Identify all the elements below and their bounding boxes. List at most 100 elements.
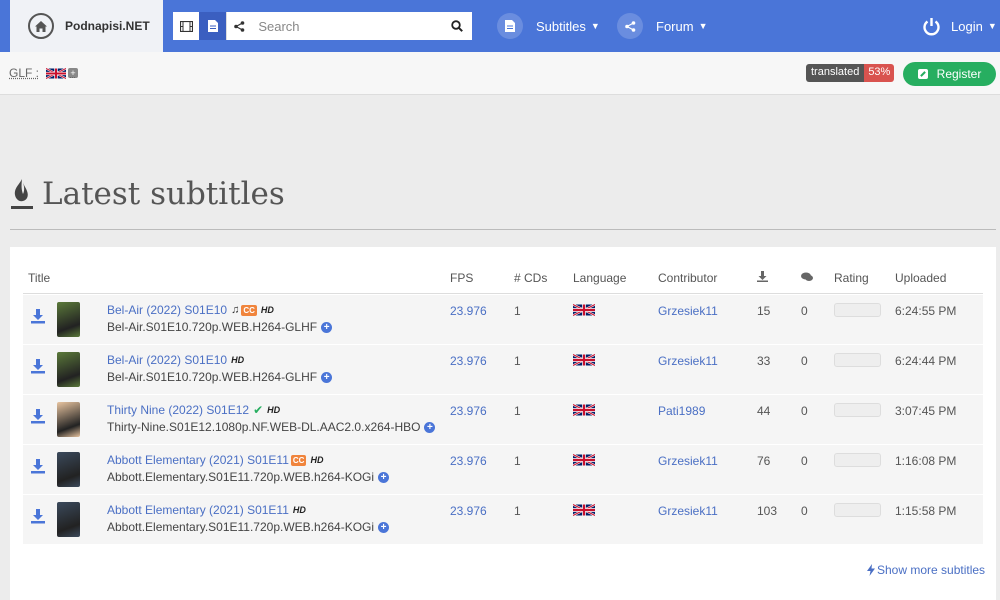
search-icon [451,20,464,32]
search-input[interactable] [252,12,443,40]
contributor-link[interactable]: Grzesiek11 [658,504,718,518]
subtitle-title-link[interactable]: Abbott Elementary (2021) S01E11 HD [107,503,306,517]
uk-flag-icon [573,404,595,419]
expand-releases-icon[interactable]: + [424,421,436,433]
document-icon [497,13,523,39]
expand-releases-icon[interactable]: + [321,321,333,333]
subtitle-search-toggle[interactable] [199,12,226,40]
share-icon [617,13,643,39]
contributor-link[interactable]: Grzesiek11 [658,354,718,368]
rating-bar [834,353,881,367]
film-icon [179,20,193,32]
nav-forum-menu[interactable]: Forum ▼ [617,12,707,40]
download-icon[interactable] [30,408,46,424]
hd-badge: HD [267,405,281,415]
contributor-link[interactable]: Pati1989 [658,404,705,418]
show-more-label: Show more subtitles [877,563,986,577]
header-contributor[interactable]: Contributor [658,271,717,285]
cds-value: 1 [514,404,521,418]
comment-count: 0 [801,304,808,318]
fps-value[interactable]: 23.976 [450,354,487,368]
uk-flag-icon [573,354,595,369]
register-label: Register [936,67,982,81]
brand-name: Podnapisi.NET [65,19,150,33]
header-comments[interactable] [801,271,813,285]
download-icon[interactable] [30,458,46,474]
brand-home-link[interactable]: Podnapisi.NET [10,0,163,52]
contributor-link[interactable]: Grzesiek11 [658,304,718,318]
upload-time: 1:15:58 PM [895,504,957,518]
cds-value: 1 [514,504,521,518]
table-row: Bel-Air (2022) S01E10 HD Bel-Air.S01E10.72… [23,345,983,395]
translated-badge: translated 53% [806,64,895,82]
comment-count: 0 [801,354,808,368]
fps-value[interactable]: 23.976 [450,504,487,518]
fps-value[interactable]: 23.976 [450,304,487,318]
header-uploaded[interactable]: Uploaded [895,271,946,285]
home-icon [28,13,54,39]
header-rating[interactable]: Rating [834,271,869,285]
rating-bar [834,453,881,467]
poster-thumbnail[interactable] [57,452,80,487]
caret-down-icon: ▼ [987,21,997,31]
fps-value[interactable]: 23.976 [450,454,487,468]
subtitle-title: Bel-Air (2022) S01E10 [107,353,228,367]
subtitle-title-link[interactable]: Thirty Nine (2022) S01E12 ✔ HD [107,403,280,417]
translated-label: translated [806,64,865,82]
register-button[interactable]: Register [903,62,996,86]
nav-login-label: Login [951,18,983,34]
rating-bar [834,403,881,417]
subtitle-title-link[interactable]: Bel-Air (2022) S01E10 ♫ CC HD [107,303,274,317]
power-icon [923,17,940,35]
movie-search-toggle[interactable] [173,12,200,40]
expand-releases-icon[interactable]: + [321,371,333,383]
header-fps[interactable]: FPS [450,271,473,285]
caret-down-icon: ▼ [590,21,600,31]
subtitle-title: Bel-Air (2022) S01E10 [107,303,228,317]
subtitle-title: Abbott Elementary (2021) S01E11 [107,453,289,467]
header-title[interactable]: Title [28,271,50,285]
poster-thumbnail[interactable] [57,302,80,337]
language-filter[interactable]: GLF : + [9,66,79,80]
release-name: Bel-Air.S01E10.720p.WEB.H264-GLHF + [107,370,333,384]
download-icon[interactable] [30,508,46,524]
comment-count: 0 [801,504,808,518]
comment-count: 0 [801,404,808,418]
download-count: 103 [757,504,778,518]
share-search-toggle[interactable] [225,12,253,40]
subtitle-title-link[interactable]: Bel-Air (2022) S01E10 HD [107,353,244,367]
comments-icon [801,272,813,281]
contributor-link[interactable]: Grzesiek11 [658,454,718,468]
nav-forum-label: Forum [656,18,694,34]
caret-down-icon: ▼ [698,21,708,31]
expand-releases-icon[interactable]: + [378,521,390,533]
music-note-icon: ♫ [231,304,240,316]
latest-subtitles-panel: Title FPS # CDs Language Contributor Rat… [10,247,996,600]
subtitle-title-link[interactable]: Abbott Elementary (2021) S01E11 CC HD [107,453,323,467]
poster-thumbnail[interactable] [57,502,80,537]
download-icon[interactable] [30,358,46,374]
release-text: Abbott.Elementary.S01E11.720p.WEB.h264-K… [107,520,375,534]
poster-thumbnail[interactable] [57,402,80,437]
fps-value[interactable]: 23.976 [450,404,487,418]
table-row: Bel-Air (2022) S01E10 ♫ CC HD Bel-Air.S01E10… [23,295,983,345]
release-text: Thirty-Nine.S01E12.1080p.NF.WEB-DL.AAC2.… [107,420,421,434]
nav-login-menu[interactable]: Login ▼ [922,12,997,40]
release-name: Thirty-Nine.S01E12.1080p.NF.WEB-DL.AAC2.… [107,420,436,434]
nav-subtitles-menu[interactable]: Subtitles ▼ [497,12,600,40]
add-language-icon[interactable]: + [68,68,79,78]
header-cds[interactable]: # CDs [514,271,547,285]
uk-flag-icon [573,454,595,469]
poster-thumbnail[interactable] [57,352,80,387]
header-downloads[interactable] [757,271,768,285]
download-count: 76 [757,454,771,468]
search-button[interactable] [442,12,472,40]
cds-value: 1 [514,354,521,368]
download-icon[interactable] [30,308,46,324]
rating-bar [834,503,881,517]
show-more-link[interactable]: Show more subtitles [867,563,985,577]
header-language[interactable]: Language [573,271,626,285]
upload-time: 6:24:44 PM [895,354,957,368]
closed-captions-badge: CC [241,304,257,316]
expand-releases-icon[interactable]: + [378,471,390,483]
